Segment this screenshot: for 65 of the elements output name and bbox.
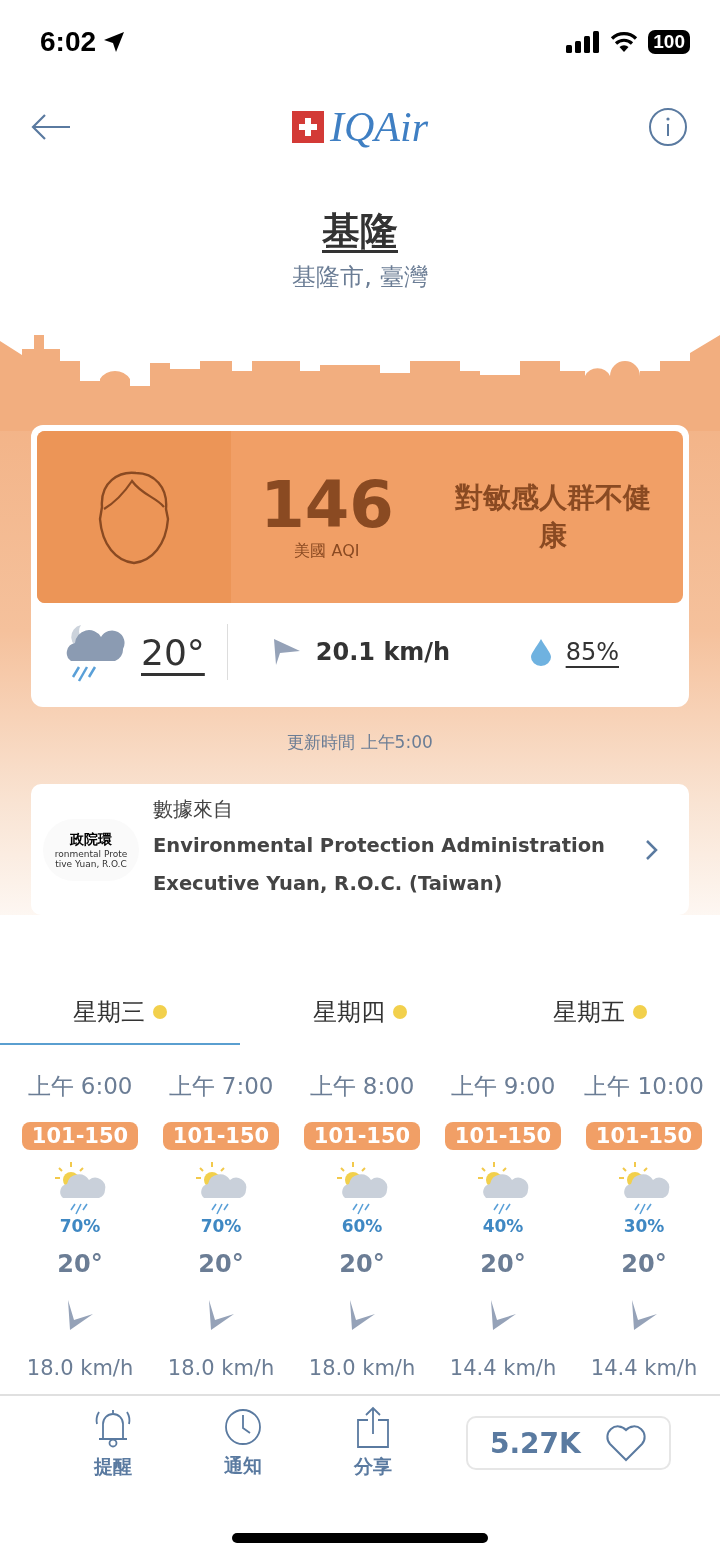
hour-temperature: 20° [198, 1250, 244, 1278]
hour-wind-speed: 18.0 km/h [167, 1356, 275, 1380]
hour-temperature: 20° [57, 1250, 103, 1278]
status-time: 6:02 [40, 26, 97, 58]
humidity[interactable]: 85% [565, 638, 619, 666]
aqi-range-badge: 101-150 [303, 1122, 421, 1150]
wind-direction-icon [630, 1300, 658, 1330]
aqi-range-badge: 101-150 [162, 1122, 280, 1150]
location-arrow-icon [102, 30, 127, 54]
aqi-status: 對敏感人群不健康 [454, 480, 652, 554]
aqi-range-badge: 101-150 [21, 1122, 139, 1150]
chevron-right-icon [645, 838, 659, 861]
hour-wind-speed: 14.4 km/h [590, 1356, 698, 1380]
region-name: 基隆市, 臺灣 [292, 262, 428, 293]
battery-indicator: 100 [648, 30, 690, 54]
aqi-range-badge: 101-150 [444, 1122, 562, 1150]
hour-time: 上午 9:00 [450, 1072, 556, 1101]
update-time: 更新時間 上午5:00 [287, 731, 433, 754]
toolbar-button[interactable]: 通知 [200, 1407, 286, 1479]
info-icon[interactable] [648, 107, 688, 147]
wifi-icon [610, 31, 639, 53]
hour-wind-speed: 14.4 km/h [449, 1356, 557, 1380]
wind-direction-icon [207, 1300, 235, 1330]
hour-temperature: 20° [621, 1250, 667, 1278]
like-button[interactable]: 5.27K [466, 1416, 671, 1470]
back-arrow-icon[interactable] [30, 113, 72, 141]
city-name[interactable]: 基隆 [322, 206, 398, 257]
hour-time: 上午 10:00 [584, 1072, 704, 1101]
wind-speed: 20.1 km/h [315, 638, 451, 666]
wind-direction-icon [66, 1300, 94, 1330]
source-logo: 政院環 ronmental Prote tive Yuan, R.O.C [43, 818, 139, 881]
source-label: 數據來自 [153, 796, 234, 823]
swiss-cross-icon [292, 111, 324, 143]
rain-chance: 30% [623, 1216, 665, 1236]
aqi-value: 146 [260, 472, 394, 537]
clock-icon [223, 1407, 263, 1447]
hour-wind-speed: 18.0 km/h [26, 1356, 134, 1380]
rain-chance: 60% [341, 1216, 383, 1236]
day-tab[interactable]: 星期三 [0, 981, 240, 1045]
toolbar-button[interactable]: 分享 [330, 1406, 416, 1480]
wind-direction-icon [489, 1300, 517, 1330]
source-name: Environmental Protection Administration Executive Yuan, R.O.C. (Taiwan) [153, 833, 606, 897]
rain-chance: 40% [482, 1216, 524, 1236]
aqi-unit: 美國 AQI [294, 540, 360, 562]
hour-time: 上午 6:00 [27, 1072, 133, 1101]
app-logo: IQAir [330, 103, 428, 151]
rain-chance: 70% [200, 1216, 242, 1236]
data-source-card[interactable]: 政院環 ronmental Prote tive Yuan, R.O.C 數據來自 Environmental Protection Administration Executive Yuan, R.O.C. (Taiwan) [31, 784, 689, 915]
signal-icon [566, 31, 601, 53]
hour-temperature: 20° [480, 1250, 526, 1278]
day-tab[interactable]: 星期五 [480, 981, 720, 1045]
hour-time: 上午 7:00 [168, 1072, 274, 1101]
hour-wind-speed: 18.0 km/h [308, 1356, 416, 1380]
hour-time: 上午 8:00 [309, 1072, 415, 1101]
temperature[interactable]: 20° [141, 631, 205, 673]
share-icon [356, 1406, 390, 1448]
rain-chance: 70% [59, 1216, 101, 1236]
wind-direction-icon [271, 639, 302, 665]
hour-temperature: 20° [339, 1250, 385, 1278]
aqi-range-badge: 101-150 [585, 1122, 703, 1150]
heart-icon [604, 1424, 647, 1462]
wind-direction-icon [348, 1300, 376, 1330]
water-drop-icon [529, 638, 552, 666]
day-tab[interactable]: 星期四 [240, 981, 480, 1045]
toolbar-button[interactable]: 提醒 [70, 1406, 156, 1480]
